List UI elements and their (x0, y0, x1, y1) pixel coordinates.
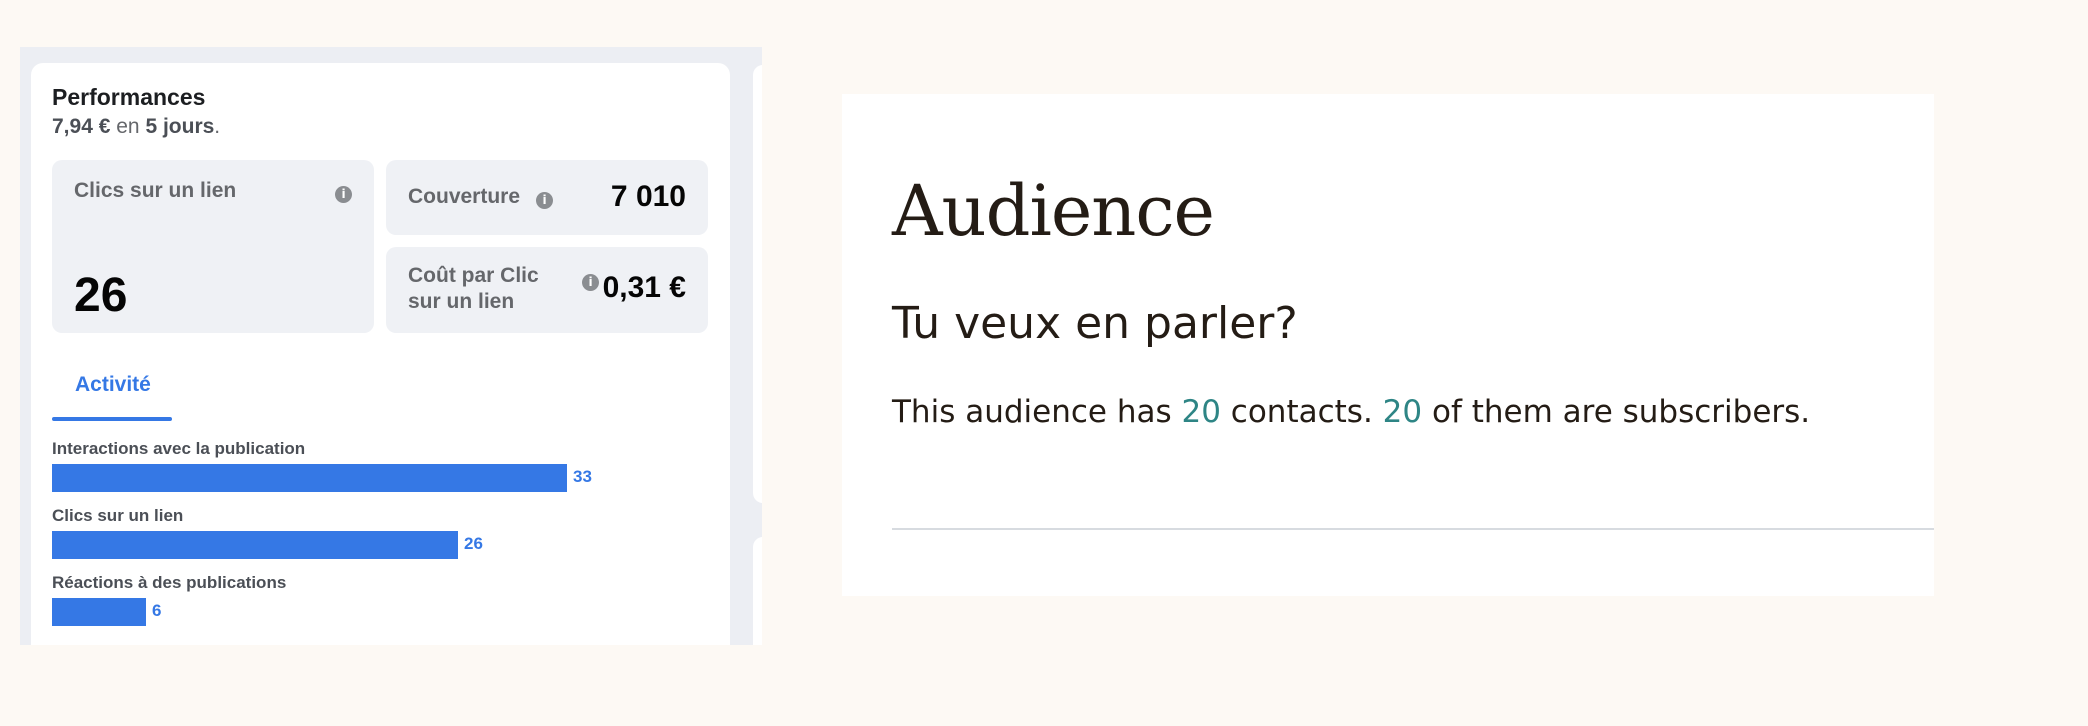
cost-per-click-tile[interactable]: Coût par Clic sur un lien i 0,31 € (386, 247, 708, 333)
contacts-count[interactable]: 20 (1181, 394, 1220, 430)
adjacent-card-edge (753, 537, 762, 645)
activity-bar-label: Réactions à des publications (52, 573, 287, 592)
performance-card: Performances 7,94 € en 5 jours. Clics su… (31, 63, 730, 645)
tab-active-indicator (52, 417, 172, 421)
subscribers-count[interactable]: 20 (1383, 394, 1422, 430)
performance-panel: Performances 7,94 € en 5 jours. Clics su… (20, 47, 762, 645)
audience-title: Audience (892, 170, 1215, 252)
audience-card: Audience Tu veux en parler? This audienc… (842, 94, 1934, 596)
duration: 5 jours (145, 115, 215, 138)
amount-spent: 7,94 € (52, 115, 111, 138)
summary-text-after: of them are subscribers. (1422, 394, 1811, 430)
activity-bar-value: 6 (152, 601, 162, 620)
activity-bar-track: 6 (52, 598, 286, 626)
audience-summary: This audience has 20 contacts. 20 of the… (892, 394, 1810, 430)
link-clicks-tile[interactable]: Clics sur un lien i 26 (52, 160, 374, 333)
activity-bar-row: Réactions à des publications 6 (52, 572, 286, 626)
cost-per-click-label: Coût par Clic sur un lien (408, 263, 539, 315)
activity-bar[interactable] (52, 598, 146, 626)
info-icon[interactable]: i (536, 192, 553, 209)
link-clicks-value: 26 (74, 269, 128, 322)
reach-tile[interactable]: Couverture i 7 010 (386, 160, 708, 235)
performance-title: Performances (52, 84, 206, 110)
activity-bar-value: 33 (573, 467, 592, 486)
activity-bar-track: 33 (52, 464, 592, 492)
audience-subtitle: Tu veux en parler? (892, 298, 1298, 349)
tab-activite-label: Activité (75, 373, 151, 396)
period-suffix: . (214, 115, 221, 138)
cost-per-click-label-line1: Coût par Clic (408, 264, 539, 287)
info-icon[interactable]: i (582, 274, 599, 291)
summary-text-middle: contacts. (1220, 394, 1383, 430)
cost-per-click-label-line2: sur un lien (408, 290, 515, 313)
reach-label: Couverture (408, 185, 521, 208)
divider (892, 528, 1934, 530)
reach-value: 7 010 (610, 180, 686, 213)
cost-per-click-value: 0,31 € (602, 271, 686, 304)
tab-activite[interactable]: Activité (52, 367, 172, 421)
adjacent-card-edge (753, 65, 762, 503)
activity-bar-track: 26 (52, 531, 483, 559)
activity-bar-row: Clics sur un lien 26 (52, 505, 483, 559)
link-clicks-label: Clics sur un lien (74, 179, 237, 202)
summary-text-before: This audience has (892, 394, 1182, 430)
activity-bar-label: Interactions avec la publication (52, 439, 306, 458)
activity-bar[interactable] (52, 464, 567, 492)
activity-bar-row: Interactions avec la publication 33 (52, 438, 592, 492)
info-icon[interactable]: i (335, 186, 352, 203)
activity-bar-label: Clics sur un lien (52, 506, 184, 525)
activity-bar[interactable] (52, 531, 458, 559)
in-word: en (116, 115, 140, 138)
activity-bar-value: 26 (464, 534, 483, 553)
performance-summary: 7,94 € en 5 jours. (52, 115, 220, 139)
